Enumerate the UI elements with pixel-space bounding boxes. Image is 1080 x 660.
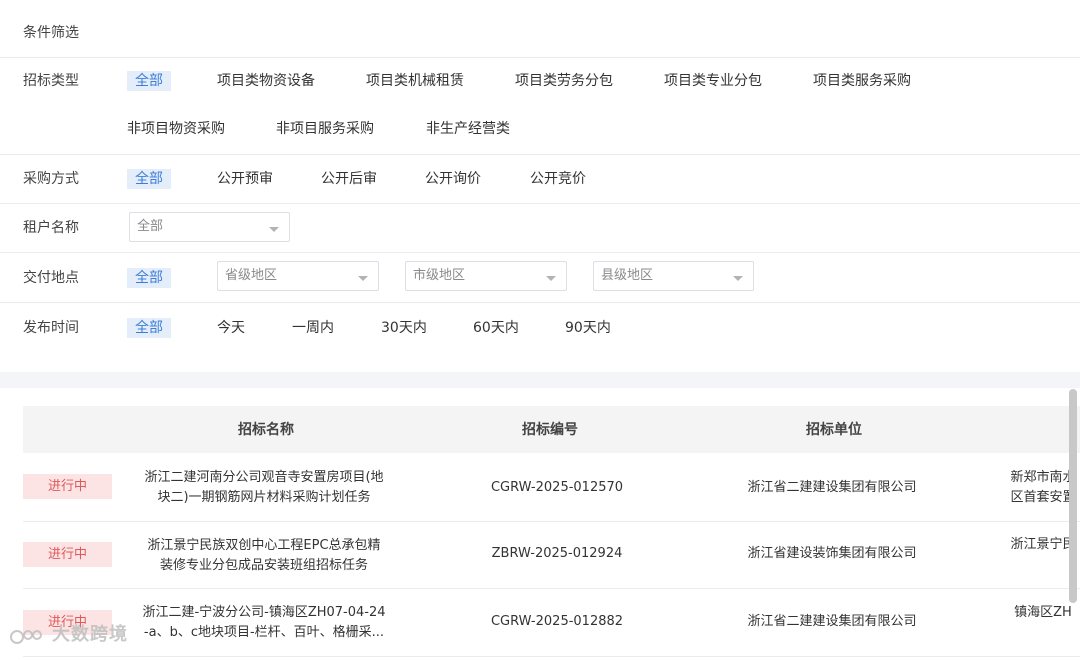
city-select[interactable]: 市级地区 bbox=[405, 261, 567, 291]
county-select-placeholder: 县级地区 bbox=[601, 268, 654, 283]
bid-type-option-specialty[interactable]: 项目类专业分包 bbox=[664, 71, 762, 91]
bid-type-option-non-project-materials[interactable]: 非项目物资采购 bbox=[127, 119, 225, 139]
tenant-select[interactable]: 全部 bbox=[129, 212, 290, 242]
bid-type-label: 招标类型 bbox=[23, 73, 79, 89]
bid-location-line: 浙江景宁民 bbox=[1010, 537, 1076, 552]
header-bid-unit: 招标单位 bbox=[806, 422, 862, 438]
bid-name-line: 浙江景宁民族双创中心工程EPC总承包精 bbox=[147, 538, 381, 553]
table-header: 招标名称 招标编号 招标单位 bbox=[23, 406, 1080, 453]
divider bbox=[0, 302, 1080, 303]
status-badge: 进行中 bbox=[23, 542, 112, 567]
chevron-down-icon bbox=[546, 276, 556, 281]
scrollbar-thumb[interactable] bbox=[1069, 389, 1077, 603]
tenant-label: 租户名称 bbox=[23, 220, 79, 236]
bid-location: 浙江景宁民 bbox=[993, 535, 1080, 555]
county-select[interactable]: 县级地区 bbox=[593, 261, 754, 291]
status-badge: 进行中 bbox=[23, 474, 112, 499]
delivery-label: 交付地点 bbox=[23, 270, 79, 286]
publish-time-option-60d[interactable]: 60天内 bbox=[473, 318, 519, 338]
chevron-down-icon bbox=[269, 227, 279, 232]
bid-location-line: 区首套安置 bbox=[1010, 490, 1076, 505]
bid-name[interactable]: 浙江景宁民族双创中心工程EPC总承包精 装修专业分包成品安装班组招标任务 bbox=[136, 536, 392, 576]
bid-type-option-machinery[interactable]: 项目类机械租赁 bbox=[366, 71, 464, 91]
bid-code: CGRW-2025-012570 bbox=[490, 480, 624, 495]
purchase-method-label: 采购方式 bbox=[23, 171, 79, 187]
publish-time-option-all[interactable]: 全部 bbox=[127, 318, 171, 338]
bid-unit: 浙江省二建建设集团有限公司 bbox=[747, 614, 917, 629]
bid-location-line: 镇海区ZH bbox=[1014, 605, 1072, 620]
chevron-down-icon bbox=[358, 276, 368, 281]
bid-name-line: 浙江二建-宁波分公司-镇海区ZH07-04-24 bbox=[142, 605, 386, 620]
bid-type-option-non-production[interactable]: 非生产经营类 bbox=[426, 119, 510, 139]
bid-name[interactable]: 浙江二建-宁波分公司-镇海区ZH07-04-24 -a、b、c地块项目-栏杆、百… bbox=[136, 603, 392, 643]
bid-name-line: -a、b、c地块项目-栏杆、百叶、格栅采... bbox=[143, 625, 385, 640]
bid-type-option-non-project-service[interactable]: 非项目服务采购 bbox=[276, 119, 374, 139]
header-bid-code: 招标编号 bbox=[522, 422, 578, 438]
divider bbox=[0, 203, 1080, 204]
purchase-method-option-bidding[interactable]: 公开竞价 bbox=[530, 169, 586, 189]
bid-name[interactable]: 浙江二建河南分公司观音寺安置房项目(地 块二)一期钢筋网片材料采购计划任务 bbox=[136, 468, 392, 508]
bid-type-option-service[interactable]: 项目类服务采购 bbox=[813, 71, 911, 91]
divider bbox=[0, 154, 1080, 155]
city-select-placeholder: 市级地区 bbox=[413, 268, 466, 283]
bid-code: ZBRW-2025-012924 bbox=[491, 546, 623, 561]
table-row[interactable]: 进行中 浙江二建河南分公司观音寺安置房项目(地 块二)一期钢筋网片材料采购计划任… bbox=[23, 454, 1080, 522]
bid-type-option-labor[interactable]: 项目类劳务分包 bbox=[515, 71, 613, 91]
bid-type-option-materials[interactable]: 项目类物资设备 bbox=[217, 71, 315, 91]
table-row[interactable]: 进行中 浙江二建-宁波分公司-镇海区ZH07-04-24 -a、b、c地块项目-… bbox=[23, 589, 1080, 657]
province-select[interactable]: 省级地区 bbox=[217, 261, 379, 291]
watermark-text: 大数跨境 bbox=[52, 624, 128, 645]
bid-name-line: 块二)一期钢筋网片材料采购计划任务 bbox=[157, 490, 371, 505]
filter-panel: 条件筛选 招标类型 全部 项目类物资设备 项目类机械租赁 项目类劳务分包 项目类… bbox=[0, 0, 1080, 372]
bid-unit: 浙江省二建建设集团有限公司 bbox=[747, 480, 917, 495]
bid-name-line: 浙江二建河南分公司观音寺安置房项目(地 bbox=[144, 470, 384, 485]
header-bid-name: 招标名称 bbox=[238, 422, 294, 438]
tenant-select-value: 全部 bbox=[137, 219, 164, 234]
bid-location-line: 新郑市南水 bbox=[1010, 470, 1076, 485]
publish-time-option-90d[interactable]: 90天内 bbox=[565, 318, 611, 338]
bid-name-line: 装修专业分包成品安装班组招标任务 bbox=[159, 558, 368, 573]
delivery-option-all[interactable]: 全部 bbox=[127, 268, 171, 288]
filter-title: 条件筛选 bbox=[23, 25, 79, 41]
province-select-placeholder: 省级地区 bbox=[225, 268, 278, 283]
divider bbox=[0, 57, 1080, 58]
watermark-logo-icon bbox=[10, 630, 42, 644]
divider bbox=[0, 252, 1080, 253]
bid-unit: 浙江省建设装饰集团有限公司 bbox=[747, 546, 917, 561]
section-gap bbox=[0, 372, 1080, 388]
bid-code: CGRW-2025-012882 bbox=[490, 614, 624, 629]
publish-time-option-30d[interactable]: 30天内 bbox=[381, 318, 427, 338]
bid-type-option-all[interactable]: 全部 bbox=[127, 71, 171, 91]
publish-time-label: 发布时间 bbox=[23, 320, 79, 336]
publish-time-option-today[interactable]: 今天 bbox=[217, 318, 245, 338]
publish-time-option-week[interactable]: 一周内 bbox=[292, 318, 334, 338]
purchase-method-option-prequal[interactable]: 公开预审 bbox=[217, 169, 273, 189]
purchase-method-option-postqual[interactable]: 公开后审 bbox=[321, 169, 377, 189]
bid-location: 新郑市南水 区首套安置 bbox=[993, 468, 1080, 508]
chevron-down-icon bbox=[733, 276, 743, 281]
bid-location: 镇海区ZH bbox=[993, 603, 1080, 623]
purchase-method-option-inquiry[interactable]: 公开询价 bbox=[425, 169, 481, 189]
table-row[interactable]: 进行中 浙江景宁民族双创中心工程EPC总承包精 装修专业分包成品安装班组招标任务… bbox=[23, 521, 1080, 589]
purchase-method-option-all[interactable]: 全部 bbox=[127, 169, 171, 189]
